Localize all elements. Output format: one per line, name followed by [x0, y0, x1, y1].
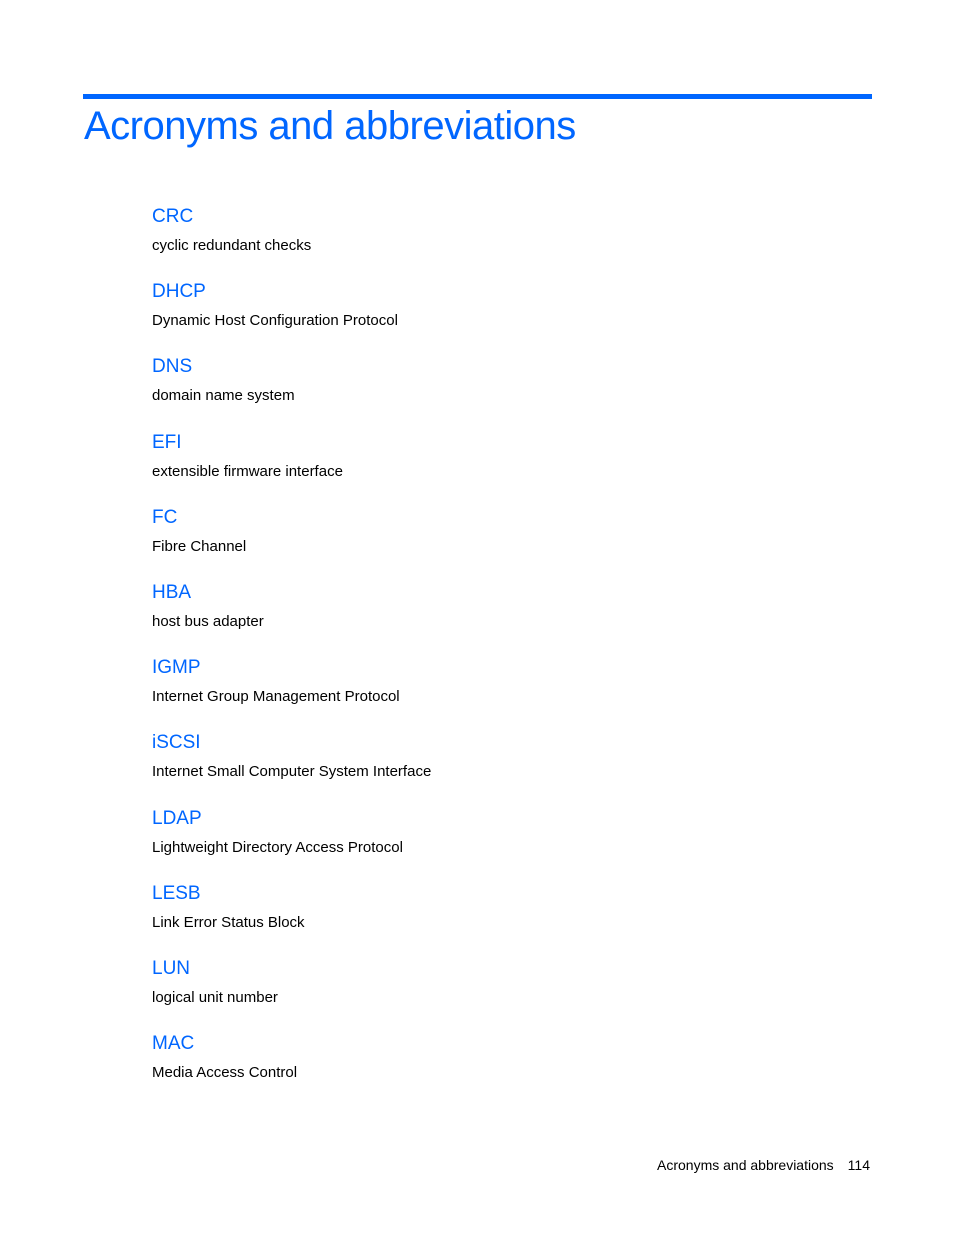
glossary-definition: domain name system: [152, 387, 295, 405]
glossary-term: DNS: [152, 356, 193, 378]
glossary-definition: Media Access Control: [152, 1064, 298, 1082]
page-number: 114: [847, 1157, 870, 1173]
glossary-term: iSCSI: [152, 732, 201, 754]
glossary-term: LESB: [152, 882, 201, 904]
glossary-entry: LUN logical unit number: [152, 956, 431, 1031]
glossary-entry: FC Fibre Channel: [152, 505, 431, 580]
glossary-entry: IGMP Internet Group Management Protocol: [152, 655, 431, 730]
glossary-term: HBA: [152, 581, 192, 603]
glossary-definition: logical unit number: [152, 988, 278, 1006]
glossary-definition: host bus adapter: [152, 612, 264, 630]
glossary-entry: CRC cyclic redundant checks: [152, 204, 431, 279]
glossary-term: EFI: [152, 431, 182, 453]
glossary-entry: DNS domain name system: [152, 354, 431, 429]
page-title: Acronyms and abbreviations: [84, 104, 576, 148]
glossary-entry: MAC Media Access Control: [152, 1031, 431, 1106]
glossary-entry: DHCP Dynamic Host Configuration Protocol: [152, 279, 431, 354]
glossary-term: DHCP: [152, 281, 206, 303]
glossary-term: MAC: [152, 1033, 195, 1055]
glossary-definition: Internet Group Management Protocol: [152, 688, 400, 706]
glossary-list: CRC cyclic redundant checks DHCP Dynamic…: [152, 204, 431, 1106]
glossary-entry: LESB Link Error Status Block: [152, 881, 431, 956]
glossary-definition: Fibre Channel: [152, 537, 247, 555]
glossary-definition: extensible firmware interface: [152, 462, 343, 480]
glossary-definition: Dynamic Host Configuration Protocol: [152, 312, 398, 330]
glossary-term: CRC: [152, 206, 194, 227]
glossary-definition: Lightweight Directory Access Protocol: [152, 838, 403, 856]
title-rule: [83, 94, 872, 99]
glossary-entry: LDAP Lightweight Directory Access Protoc…: [152, 806, 431, 881]
glossary-definition: Link Error Status Block: [152, 913, 305, 931]
glossary-entry: iSCSI Internet Small Computer System Int…: [152, 730, 431, 805]
page-footer: Acronyms and abbreviations 114: [657, 1157, 870, 1173]
footer-section-title: Acronyms and abbreviations: [657, 1157, 834, 1173]
glossary-term: LUN: [152, 957, 191, 979]
glossary-entry: HBA host bus adapter: [152, 580, 431, 655]
glossary-entry: EFI extensible firmware interface: [152, 430, 431, 505]
glossary-term: LDAP: [152, 807, 202, 829]
glossary-definition: Internet Small Computer System Interface: [152, 763, 432, 781]
glossary-definition: cyclic redundant checks: [152, 237, 312, 254]
glossary-term: FC: [152, 506, 178, 528]
glossary-term: IGMP: [152, 657, 201, 679]
